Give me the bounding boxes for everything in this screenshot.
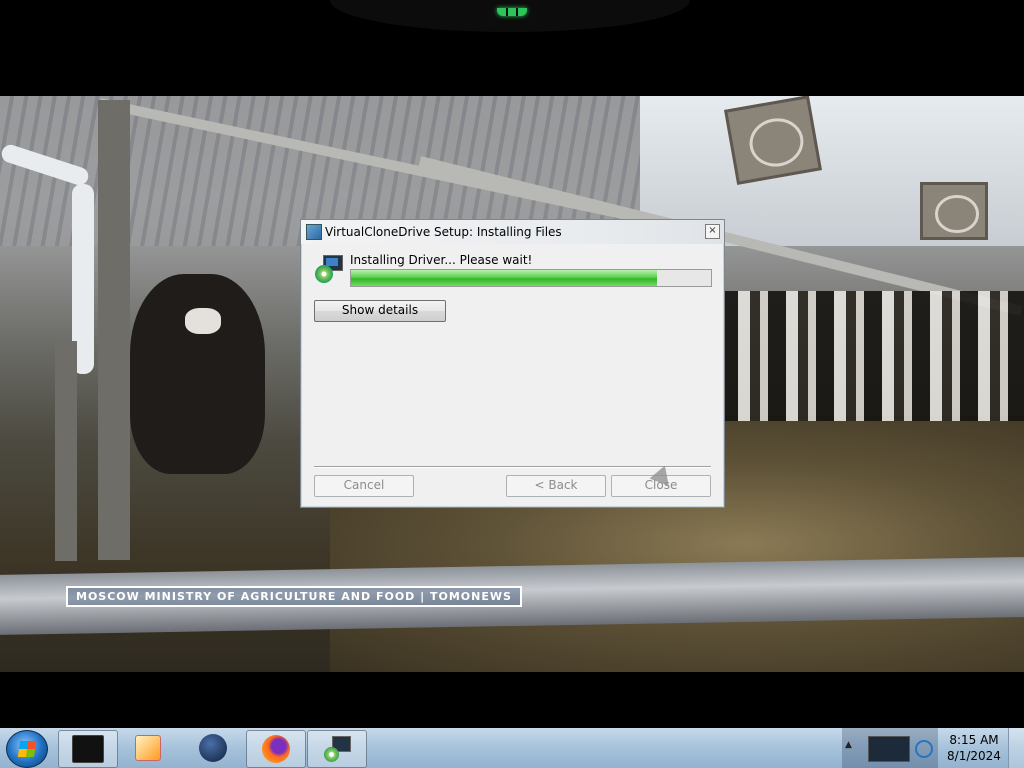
show-details-button[interactable]: Show details bbox=[314, 300, 446, 322]
media-player-icon bbox=[135, 735, 161, 761]
cow-herd bbox=[720, 291, 1024, 421]
progress-fill bbox=[351, 270, 657, 286]
clock-time: 8:15 AM bbox=[949, 733, 999, 747]
barn-fan-icon bbox=[724, 96, 822, 185]
dialog-title: VirtualCloneDrive Setup: Installing File… bbox=[325, 225, 562, 239]
taskbar-item-media-player[interactable] bbox=[119, 730, 177, 766]
dialog-separator bbox=[314, 466, 711, 468]
start-button[interactable] bbox=[6, 730, 48, 768]
taskbar-item-firefox[interactable] bbox=[246, 730, 306, 768]
install-status: Installing Driver... Please wait! bbox=[350, 253, 533, 267]
tray-expand-icon[interactable]: ▲ bbox=[845, 740, 852, 750]
setup-dialog: VirtualCloneDrive Setup: Installing File… bbox=[300, 219, 725, 508]
dialog-titlebar[interactable]: VirtualCloneDrive Setup: Installing File… bbox=[301, 220, 724, 244]
back-button[interactable]: < Back bbox=[506, 475, 606, 497]
taskbar-item-globe[interactable] bbox=[184, 730, 242, 766]
installer-icon bbox=[306, 224, 322, 240]
close-icon[interactable]: × bbox=[705, 224, 720, 239]
taskbar-clock[interactable]: 8:15 AM 8/1/2024 bbox=[944, 732, 1004, 764]
bottom-bezel bbox=[0, 672, 1024, 728]
steel-post bbox=[55, 341, 77, 561]
clock-date: 8/1/2024 bbox=[947, 749, 1001, 763]
monitor-icon bbox=[72, 735, 104, 763]
firefox-icon bbox=[262, 735, 290, 763]
power-led-icon bbox=[497, 8, 527, 16]
tray-app-icon[interactable] bbox=[868, 736, 910, 762]
tray-network-icon[interactable] bbox=[915, 740, 933, 758]
cow bbox=[130, 274, 265, 474]
taskbar-item-setup[interactable] bbox=[307, 730, 367, 768]
bezel-curve bbox=[330, 0, 690, 32]
cow-face bbox=[185, 308, 221, 334]
setup-icon bbox=[323, 735, 351, 763]
globe-icon bbox=[199, 734, 227, 762]
steel-post bbox=[98, 100, 130, 560]
install-progress-bar bbox=[350, 269, 712, 287]
video-watermark: MOSCOW MINISTRY OF AGRICULTURE AND FOOD … bbox=[66, 586, 522, 607]
top-bezel bbox=[0, 0, 1024, 96]
cancel-button[interactable]: Cancel bbox=[314, 475, 414, 497]
barn-fan-icon bbox=[920, 182, 988, 240]
taskbar-item-terminal[interactable] bbox=[58, 730, 118, 768]
disc-icon bbox=[315, 265, 333, 283]
setup-icon bbox=[315, 255, 343, 283]
taskbar: ▲ 8:15 AM 8/1/2024 bbox=[0, 728, 1024, 768]
show-desktop-button[interactable] bbox=[1008, 728, 1024, 768]
